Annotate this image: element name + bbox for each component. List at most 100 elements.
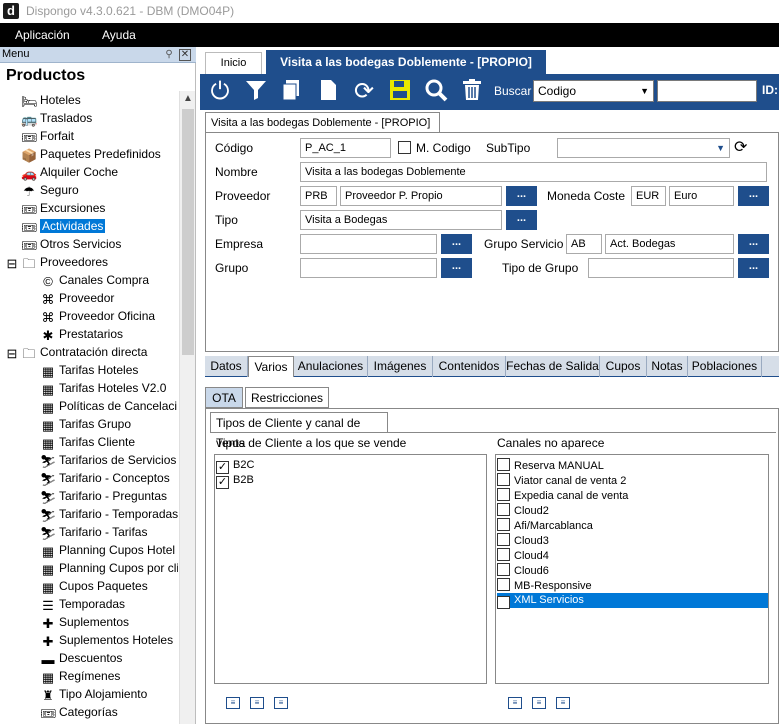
list-item[interactable]: ✓ XML Servicios [497, 593, 768, 609]
sidebar-item-tarifario-conceptos[interactable]: ⛷ Tarifario - Conceptos [40, 469, 170, 487]
list-item[interactable]: Cloud6 [497, 563, 768, 578]
sidebar-item-otros-servicios[interactable]: 🎟 Otros Servicios [21, 235, 121, 253]
proveedor-code-field[interactable]: PRB [300, 186, 337, 206]
scroll-up-icon[interactable]: ▲ [180, 91, 196, 107]
tab-tipos-cliente[interactable]: Tipos de Cliente y canal de venta [210, 412, 388, 450]
checkbox-checked[interactable]: ✓ [497, 596, 510, 609]
empresa-lookup-button[interactable]: ... [441, 234, 472, 254]
collapse-icon[interactable]: ⊟ [6, 347, 18, 361]
checkbox[interactable] [497, 458, 510, 471]
sidebar-item-traslados[interactable]: 🚌 Traslados [21, 109, 92, 127]
tab-datos[interactable]: Datos [205, 356, 248, 377]
tab-ota[interactable]: OTA [205, 387, 243, 408]
sidebar-item-tipo-alojamiento[interactable]: ♜ Tipo Alojamiento [40, 685, 147, 703]
empresa-field[interactable] [300, 234, 437, 254]
sidebar-item-tarifario-temporadas[interactable]: ⛷ Tarifario - Temporadas [40, 505, 178, 523]
copy-icon[interactable] [278, 78, 306, 106]
checkbox[interactable] [497, 518, 510, 531]
list-item[interactable]: Cloud3 [497, 533, 768, 548]
sidebar-item-forfait[interactable]: 🎟 Forfait [21, 127, 74, 145]
menu-aplicacion[interactable]: Aplicación [15, 28, 70, 42]
refresh-small-icon[interactable]: ⟳ [734, 138, 747, 158]
list-item[interactable]: ✓ B2C [216, 458, 486, 474]
new-document-icon[interactable] [314, 78, 342, 106]
checkbox[interactable] [497, 503, 510, 516]
tipo-field[interactable]: Visita a Bodegas [300, 210, 502, 230]
checkbox[interactable] [497, 533, 510, 546]
sidebar-item-proveedores[interactable]: ⊟ 🗀 Proveedores [6, 253, 109, 271]
sidebar-item-tarifas-grupo[interactable]: ▦ Tarifas Grupo [40, 415, 131, 433]
sidebar-item-descuentos[interactable]: ▬ Descuentos [40, 649, 123, 667]
sidebar-item-excursiones[interactable]: 🎟 Excursiones [21, 199, 105, 217]
nombre-field[interactable]: Visita a las bodegas Doblemente [300, 162, 767, 182]
sidebar-item-tarifarios-de-servicios[interactable]: ⛷ Tarifarios de Servicios [40, 451, 176, 469]
checkbox[interactable] [497, 548, 510, 561]
sidebar-item-temporadas[interactable]: ☰ Temporadas [40, 595, 125, 613]
list-item[interactable]: ✓ B2B [216, 473, 486, 489]
tab-contenidos[interactable]: Contenidos [433, 356, 506, 377]
proveedor-name-field[interactable]: Proveedor P. Propio [340, 186, 502, 206]
tipo-lookup-button[interactable]: ... [506, 210, 537, 230]
sidebar-item-hoteles[interactable]: 🛏 Hoteles [21, 91, 81, 109]
checkbox[interactable] [497, 473, 510, 486]
tipo-grupo-lookup-button[interactable]: ... [738, 258, 769, 278]
sidebar-scrollbar[interactable]: ▲ [179, 91, 195, 724]
tab-poblaciones[interactable]: Poblaciones [688, 356, 762, 377]
refresh-icon[interactable]: ⟳ [350, 78, 378, 106]
grupo-servicio-code-field[interactable]: AB [566, 234, 602, 254]
moneda-name-field[interactable]: Euro [669, 186, 734, 206]
pin-icon[interactable]: ⚲ [163, 49, 175, 61]
tab-notas[interactable]: Notas [647, 356, 688, 377]
filter-icon[interactable] [242, 78, 270, 106]
sidebar-item-paquetes-predefinidos[interactable]: 📦 Paquetes Predefinidos [21, 145, 161, 163]
sidebar-item-tarifas-cliente[interactable]: ▦ Tarifas Cliente [40, 433, 135, 451]
power-icon[interactable]: ⏻ [206, 78, 234, 106]
moneda-lookup-button[interactable]: ... [738, 186, 769, 206]
record-tab[interactable]: Visita a las bodegas Doblemente - [PROPI… [205, 112, 440, 133]
list-view-icon[interactable]: ≡ [556, 697, 570, 709]
tab-anulaciones[interactable]: Anulaciones [294, 356, 368, 377]
sidebar-item-prestatarios[interactable]: ✱ Prestatarios [40, 325, 123, 343]
menu-ayuda[interactable]: Ayuda [102, 28, 136, 42]
subtipo-select[interactable]: ▼ [557, 138, 730, 158]
close-icon[interactable]: ✕ [179, 49, 191, 61]
tab-fechas-de-salida[interactable]: Fechas de Salida [506, 356, 600, 377]
list-item[interactable]: Cloud2 [497, 503, 768, 518]
tipo-grupo-field[interactable] [588, 258, 734, 278]
codigo-field[interactable]: P_AC_1 [300, 138, 391, 158]
tab-inicio[interactable]: Inicio [205, 52, 262, 74]
tab-varios[interactable]: Varios [248, 356, 294, 377]
search-field-select[interactable]: Codigo ▼ [533, 80, 654, 102]
checkbox[interactable] [497, 488, 510, 501]
moneda-code-field[interactable]: EUR [631, 186, 666, 206]
list-view-icon[interactable]: ≡ [532, 697, 546, 709]
sidebar-item-canales-compra[interactable]: © Canales Compra [40, 271, 149, 289]
sidebar-item-seguro[interactable]: ☂ Seguro [21, 181, 79, 199]
scrollbar-thumb[interactable] [182, 109, 194, 355]
search-input[interactable] [657, 80, 757, 102]
checkbox[interactable] [497, 578, 510, 591]
sidebar-item-cupos-paquetes[interactable]: ▦ Cupos Paquetes [40, 577, 148, 595]
tab-cupos[interactable]: Cupos [600, 356, 647, 377]
grupo-servicio-lookup-button[interactable]: ... [738, 234, 769, 254]
list-item[interactable]: Expedia canal de venta [497, 488, 768, 503]
list-view-icon[interactable]: ≡ [226, 697, 240, 709]
sidebar-item-proveedor-oficina[interactable]: ⌘ Proveedor Oficina [40, 307, 156, 325]
tab-visita[interactable]: Visita a las bodegas Doblemente - [PROPI… [266, 50, 546, 74]
checkbox-checked[interactable]: ✓ [216, 476, 229, 489]
sidebar-item-suplementos-hoteles[interactable]: ✚ Suplementos Hoteles [40, 631, 174, 649]
list-view-icon[interactable]: ≡ [508, 697, 522, 709]
sidebar-item-alquiler-coche[interactable]: 🚗 Alquiler Coche [21, 163, 118, 181]
sidebar-item-planning-cupos-por-cli[interactable]: ▦ Planning Cupos por cli [40, 559, 178, 577]
grupo-lookup-button[interactable]: ... [441, 258, 472, 278]
sidebar-item-proveedor[interactable]: ⌘ Proveedor [40, 289, 115, 307]
list-item[interactable]: Viator canal de venta 2 [497, 473, 768, 488]
sidebar-item-contrataci-n-directa[interactable]: ⊟ 🗀 Contratación directa [6, 343, 148, 361]
save-icon[interactable] [386, 78, 414, 106]
sidebar-item-actividades[interactable]: 🎟 Actividades [21, 217, 106, 235]
sidebar-item-planning-cupos-hotel[interactable]: ▦ Planning Cupos Hotel [40, 541, 175, 559]
sidebar-item-tarifas-hoteles[interactable]: ▦ Tarifas Hoteles [40, 361, 139, 379]
trash-icon[interactable] [458, 78, 486, 106]
search-icon[interactable] [422, 78, 450, 106]
proveedor-lookup-button[interactable]: ... [506, 186, 537, 206]
